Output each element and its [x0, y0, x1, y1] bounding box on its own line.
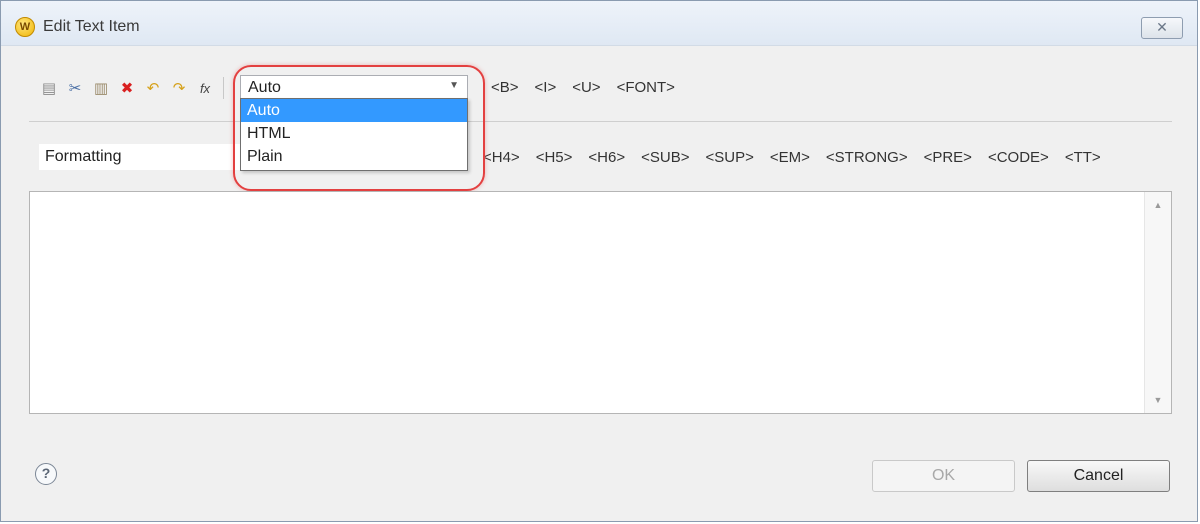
- scroll-up-icon[interactable]: ▲: [1145, 194, 1171, 216]
- tag-button-strong[interactable]: <STRONG>: [826, 149, 908, 166]
- function-icon[interactable]: fx: [195, 77, 215, 99]
- copy-icon[interactable]: ▤: [39, 77, 59, 99]
- tag-button-h5[interactable]: <H5>: [536, 149, 573, 166]
- delete-icon[interactable]: ✖: [117, 77, 137, 99]
- tag-button-tt[interactable]: <TT>: [1065, 149, 1101, 166]
- paste-icon-glyph: ▥: [93, 80, 109, 97]
- scroll-down-icon[interactable]: ▼: [1145, 389, 1171, 411]
- close-button[interactable]: ✕: [1141, 17, 1183, 39]
- close-icon: ✕: [1156, 19, 1168, 35]
- highlight-annotation: [233, 65, 485, 191]
- redo-icon-glyph: ↷: [172, 80, 186, 97]
- vertical-scrollbar[interactable]: ▲ ▼: [1144, 192, 1171, 413]
- app-icon: W: [15, 17, 35, 37]
- help-icon[interactable]: ?: [35, 463, 57, 485]
- cancel-button[interactable]: Cancel: [1027, 460, 1170, 492]
- tag-button-h4[interactable]: <H4>: [483, 149, 520, 166]
- edit-text-item-dialog: W Edit Text Item ✕ ▤ ✂ ▥ ✖ ↶ ↷ fx Auto ▼…: [0, 0, 1198, 522]
- tag-button-font[interactable]: <FONT>: [617, 79, 675, 96]
- undo-icon[interactable]: ↶: [143, 77, 163, 99]
- tag-button-u[interactable]: <U>: [572, 79, 600, 96]
- ok-button[interactable]: OK: [872, 460, 1015, 492]
- redo-icon[interactable]: ↷: [169, 77, 189, 99]
- formatting-value: Formatting: [45, 148, 122, 165]
- toolbar-separator: [223, 77, 224, 99]
- toolbar: ▤ ✂ ▥ ✖ ↶ ↷ fx: [39, 77, 224, 99]
- divider: [29, 121, 1172, 122]
- tag-buttons-row-1: <B> <I> <U> <FONT>: [491, 79, 691, 96]
- cut-icon[interactable]: ✂: [65, 77, 85, 99]
- tag-button-h6[interactable]: <H6>: [588, 149, 625, 166]
- tag-button-i[interactable]: <I>: [535, 79, 557, 96]
- tag-buttons-row-2: <H4> <H5> <H6> <SUB> <SUP> <EM> <STRONG>…: [483, 149, 1117, 166]
- tag-button-b[interactable]: <B>: [491, 79, 519, 96]
- tag-button-sub[interactable]: <SUB>: [641, 149, 689, 166]
- formatting-select[interactable]: Formatting: [39, 144, 244, 170]
- undo-icon-glyph: ↶: [146, 80, 160, 97]
- cut-icon-glyph: ✂: [68, 80, 82, 97]
- tag-button-em[interactable]: <EM>: [770, 149, 810, 166]
- text-editor[interactable]: ▲ ▼: [29, 191, 1172, 414]
- paste-icon[interactable]: ▥: [91, 77, 111, 99]
- function-icon-glyph: fx: [199, 80, 211, 96]
- title-bar: W Edit Text Item ✕: [1, 1, 1197, 46]
- tag-button-code[interactable]: <CODE>: [988, 149, 1049, 166]
- copy-icon-glyph: ▤: [41, 80, 57, 97]
- tag-button-pre[interactable]: <PRE>: [924, 149, 972, 166]
- delete-icon-glyph: ✖: [120, 80, 134, 97]
- tag-button-sup[interactable]: <SUP>: [705, 149, 753, 166]
- dialog-title: Edit Text Item: [43, 18, 140, 35]
